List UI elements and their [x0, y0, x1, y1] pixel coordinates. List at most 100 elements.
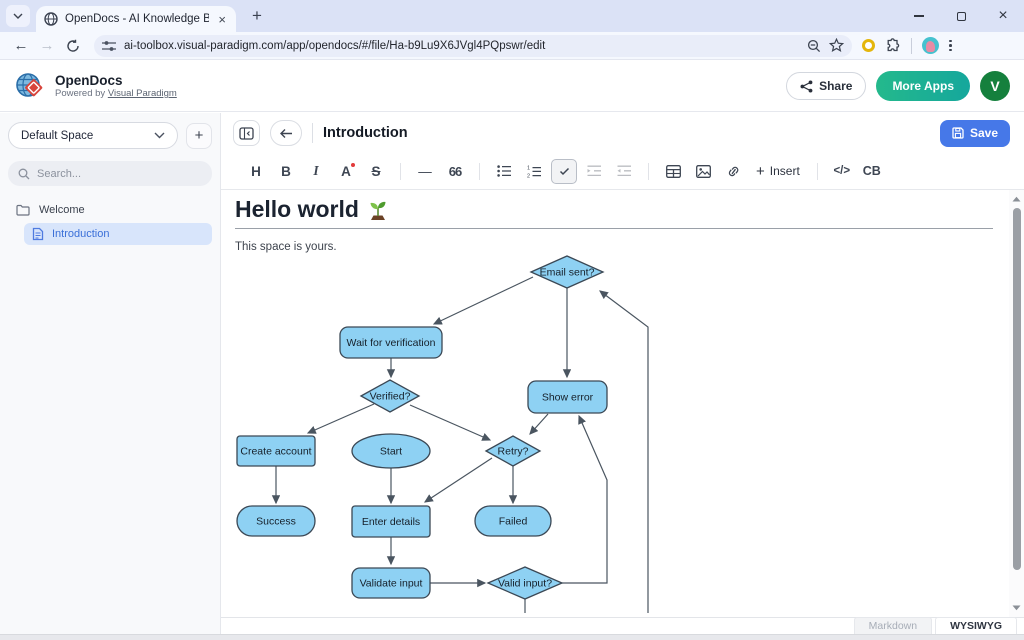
editor-content[interactable]: Hello world This space is yours. Email s… — [221, 190, 1024, 617]
bookmark-star-icon[interactable] — [829, 38, 844, 53]
flowchart-diagram[interactable]: Email sent?Wait for verificationVerified… — [221, 190, 1009, 617]
link-button[interactable] — [720, 159, 746, 184]
image-icon — [696, 165, 711, 178]
scrollbar[interactable] — [1009, 190, 1024, 617]
visual-paradigm-link[interactable]: Visual Paradigm — [108, 88, 177, 99]
svg-text:Wait for verification: Wait for verification — [347, 337, 436, 349]
strikethrough-button[interactable]: S — [363, 159, 389, 184]
save-label: Save — [970, 126, 998, 140]
image-button[interactable] — [690, 159, 716, 184]
back-button[interactable]: ← — [8, 34, 34, 58]
user-avatar[interactable]: V — [980, 71, 1010, 101]
font-color-button[interactable]: A — [333, 159, 359, 184]
window-maximize-button[interactable] — [940, 0, 982, 32]
window-close-button[interactable]: × — [982, 0, 1024, 32]
editor-statusbar: Markdown WYSIWYG — [221, 617, 1024, 634]
reload-button[interactable] — [60, 34, 86, 58]
heading-button[interactable]: H — [243, 159, 269, 184]
site-info-icon — [102, 40, 116, 52]
insert-button[interactable]: + Insert — [750, 163, 806, 180]
tab-close-icon[interactable]: × — [216, 12, 228, 27]
code-block-button[interactable]: CB — [859, 159, 885, 184]
sidebar-item-welcome[interactable]: Welcome — [8, 200, 212, 220]
svg-text:Failed: Failed — [499, 516, 528, 528]
tree-item-label: Introduction — [52, 228, 109, 240]
numbered-list-button[interactable]: 1 2 — [521, 159, 547, 184]
search-placeholder: Search... — [37, 168, 81, 180]
share-icon — [800, 80, 813, 93]
checkbox-icon — [559, 167, 570, 176]
svg-text:1: 1 — [527, 165, 530, 171]
extensions-icon[interactable] — [885, 38, 901, 54]
tab-search-button[interactable] — [6, 5, 30, 27]
document-header: Introduction Save — [221, 113, 1024, 153]
back-button-doc[interactable] — [270, 120, 302, 146]
arrow-left-icon — [279, 128, 293, 139]
collapse-sidebar-button[interactable] — [233, 120, 260, 146]
scroll-down-icon[interactable] — [1009, 601, 1024, 615]
svg-text:Valid input?: Valid input? — [498, 578, 552, 590]
svg-text:Enter details: Enter details — [362, 516, 420, 528]
share-button[interactable]: Share — [786, 72, 866, 100]
search-input[interactable]: Search... — [8, 161, 212, 186]
formatting-toolbar: H B I A S — 66 1 2 — [221, 153, 1024, 190]
save-icon — [952, 127, 964, 139]
indent-icon — [587, 165, 602, 177]
scrollbar-thumb[interactable] — [1013, 208, 1021, 570]
wysiwyg-mode-tab[interactable]: WYSIWYG — [935, 617, 1017, 634]
folder-icon — [16, 204, 30, 216]
bullet-list-button[interactable] — [491, 159, 517, 184]
save-button[interactable]: Save — [940, 120, 1010, 147]
main-panel: Introduction Save H B I A S — 66 — [221, 113, 1024, 634]
extension-badge-icon[interactable] — [862, 39, 875, 52]
app-logo: OpenDocs Powered by Visual Paradigm — [14, 70, 177, 102]
window-minimize-button[interactable] — [898, 0, 940, 32]
color-dot — [351, 163, 355, 167]
more-apps-button[interactable]: More Apps — [876, 71, 970, 101]
browser-menu-icon[interactable] — [949, 40, 952, 52]
sidebar: Default Space + Search... Welcome — [0, 113, 221, 634]
url-bar[interactable]: ai-toolbox.visual-paradigm.com/app/opend… — [94, 35, 852, 57]
url-text[interactable]: ai-toolbox.visual-paradigm.com/app/opend… — [124, 40, 799, 52]
browser-tab[interactable]: OpenDocs - AI Knowledge Base × — [36, 6, 236, 32]
add-space-button[interactable]: + — [186, 123, 212, 149]
blockquote-button[interactable]: 66 — [442, 159, 468, 184]
window-bottom-edge — [0, 634, 1024, 640]
browser-profile-avatar[interactable] — [922, 37, 939, 54]
search-icon — [18, 168, 30, 180]
share-label: Share — [819, 79, 852, 93]
new-tab-button[interactable]: + — [248, 6, 266, 26]
scroll-up-icon[interactable] — [1009, 192, 1024, 206]
link-icon — [726, 165, 741, 178]
table-button[interactable] — [660, 159, 686, 184]
svg-text:Success: Success — [256, 516, 296, 528]
horizontal-rule-button[interactable]: — — [412, 159, 438, 184]
outdent-button[interactable] — [611, 159, 637, 184]
numbered-list-icon: 1 2 — [527, 165, 542, 178]
app-name: OpenDocs — [55, 73, 177, 88]
svg-text:Verified?: Verified? — [370, 391, 411, 403]
svg-text:Show error: Show error — [542, 392, 594, 404]
browser-tab-strip: OpenDocs - AI Knowledge Base × + × — [0, 0, 1024, 32]
space-selector[interactable]: Default Space — [8, 122, 178, 149]
italic-button[interactable]: I — [303, 159, 329, 184]
tree-item-label: Welcome — [39, 204, 85, 216]
divider — [911, 38, 912, 54]
svg-text:Retry?: Retry? — [498, 446, 529, 458]
powered-by: Powered by Visual Paradigm — [55, 88, 177, 99]
forward-button[interactable]: → — [34, 34, 60, 58]
globe-favicon — [44, 12, 58, 26]
indent-button[interactable] — [581, 159, 607, 184]
chevron-down-icon — [13, 13, 23, 19]
task-list-button[interactable] — [551, 159, 577, 184]
svg-text:2: 2 — [527, 173, 530, 178]
zoom-icon[interactable] — [807, 39, 821, 53]
opendocs-logo-icon — [14, 70, 46, 102]
table-icon — [666, 165, 681, 178]
minimize-icon — [914, 15, 924, 16]
inline-code-button[interactable]: </> — [829, 159, 855, 184]
bold-button[interactable]: B — [273, 159, 299, 184]
tab-title: OpenDocs - AI Knowledge Base — [65, 13, 209, 25]
sidebar-item-introduction[interactable]: Introduction — [24, 223, 212, 245]
markdown-mode-tab[interactable]: Markdown — [854, 617, 932, 634]
